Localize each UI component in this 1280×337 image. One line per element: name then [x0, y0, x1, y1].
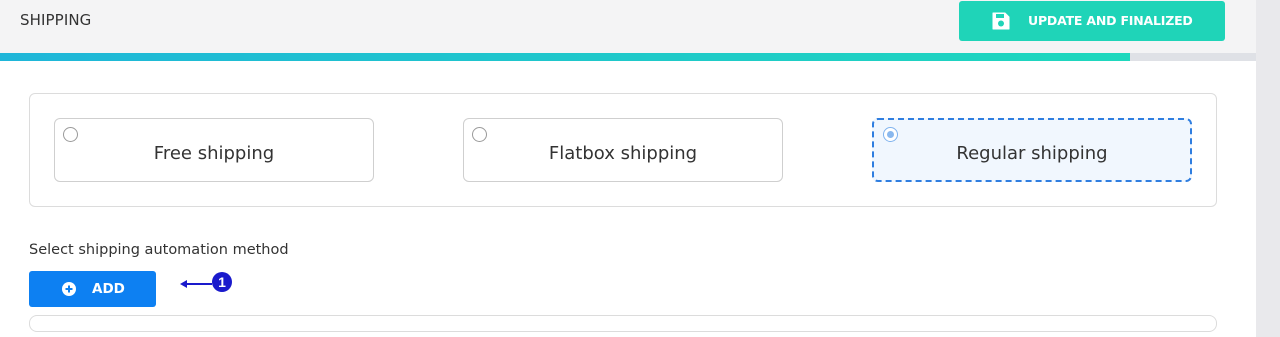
annotation-marker: 1 [180, 272, 232, 292]
scrollbar-track[interactable] [1256, 0, 1280, 337]
shipping-page: SHIPPING UPDATE AND FINALIZED Free shipp… [0, 0, 1280, 337]
update-button-label: UPDATE AND FINALIZED [1028, 13, 1193, 28]
plus-circle-icon [62, 282, 76, 296]
option-flatbox-shipping[interactable]: Flatbox shipping [463, 118, 783, 182]
automation-method-label: Select shipping automation method [29, 242, 289, 258]
progress-fill [0, 53, 1131, 61]
add-automation-button[interactable]: ADD [29, 271, 156, 307]
update-and-finalize-button[interactable]: UPDATE AND FINALIZED [959, 1, 1225, 41]
option-free-shipping[interactable]: Free shipping [54, 118, 374, 182]
page-title: SHIPPING [20, 11, 92, 29]
add-button-label: ADD [92, 281, 125, 297]
save-icon [992, 12, 1010, 30]
regular-shipping-radio[interactable] [883, 127, 898, 142]
flatbox-shipping-label: Flatbox shipping [548, 143, 698, 164]
option-regular-shipping[interactable]: Regular shipping [872, 118, 1192, 182]
free-shipping-label: Free shipping [153, 143, 275, 164]
automation-method-list [29, 315, 1217, 332]
flatbox-shipping-radio[interactable] [472, 127, 487, 142]
free-shipping-radio[interactable] [63, 127, 78, 142]
regular-shipping-label: Regular shipping [956, 143, 1108, 164]
page-header: SHIPPING UPDATE AND FINALIZED [0, 0, 1256, 53]
progress-bar [0, 53, 1256, 61]
annotation-number: 1 [218, 274, 226, 290]
